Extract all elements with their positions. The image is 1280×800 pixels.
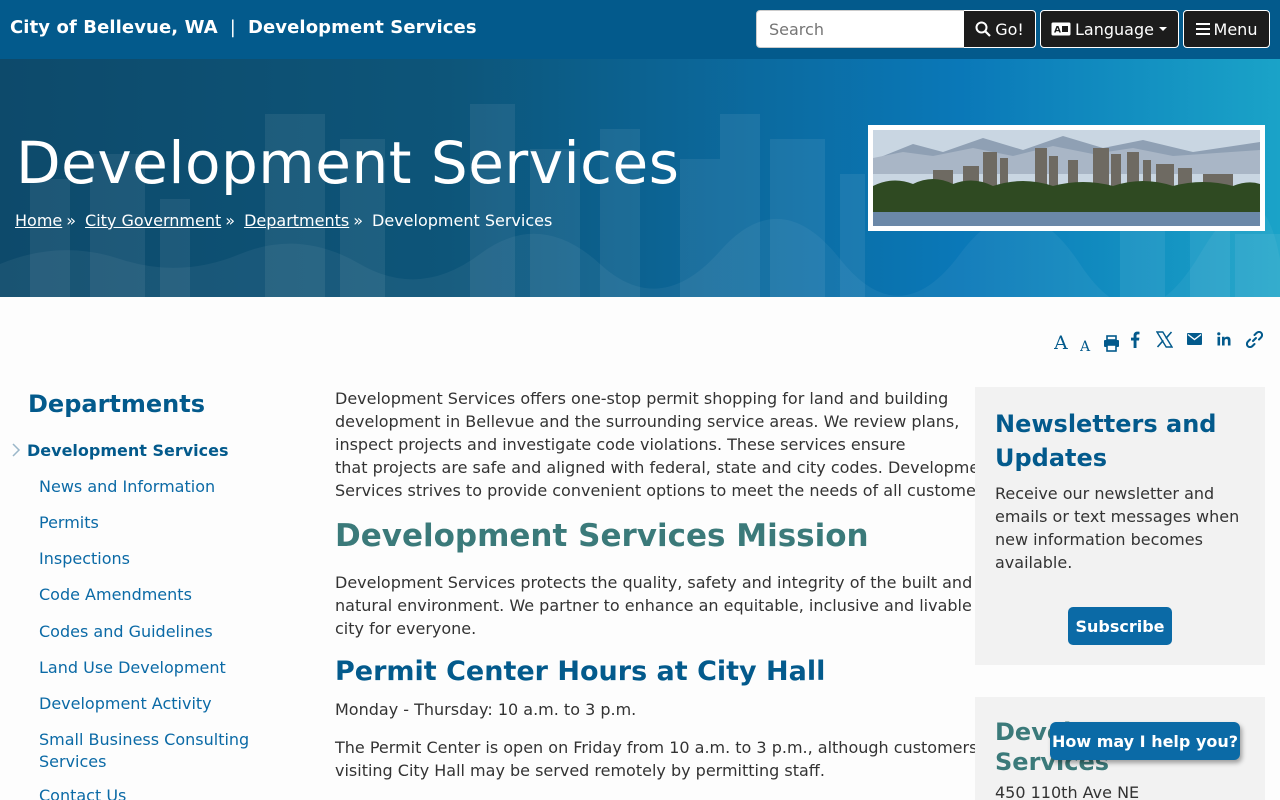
svg-text:A: A bbox=[1080, 339, 1091, 352]
increase-text-icon: A bbox=[1054, 332, 1068, 350]
newsletter-card: Newsletters and Updates Receive our news… bbox=[975, 387, 1265, 665]
intro-paragraph: Development Services offers one-stop per… bbox=[335, 387, 996, 502]
link-icon bbox=[1246, 331, 1263, 348]
sidebar-item-news[interactable]: News and Information bbox=[39, 477, 215, 496]
sidebar-item-small-business-line2[interactable]: Services bbox=[39, 752, 106, 771]
chevron-down-icon bbox=[1158, 27, 1167, 31]
intro-line: Development Services offers one-stop per… bbox=[335, 389, 949, 408]
sidebar-title: Departments bbox=[28, 390, 206, 418]
breadcrumb-home[interactable]: Home bbox=[15, 211, 62, 230]
sidebar-item-small-business[interactable]: Small Business Consulting bbox=[39, 730, 249, 749]
city-name: City of Bellevue, WA bbox=[10, 17, 218, 38]
sidebar-item-contact-us[interactable]: Contact Us bbox=[39, 786, 126, 800]
svg-text:A: A bbox=[1054, 26, 1061, 36]
search-go-button[interactable]: Go! bbox=[964, 10, 1036, 48]
breadcrumb-separator: » bbox=[353, 211, 364, 230]
menu-label: Menu bbox=[1213, 19, 1258, 39]
intro-line: that projects are safe and aligned with … bbox=[335, 458, 996, 477]
mission-line: Development Services protects the qualit… bbox=[335, 573, 973, 592]
svg-text:A: A bbox=[1054, 332, 1068, 350]
breadcrumb-separator: » bbox=[66, 211, 77, 230]
linkedin-share-button[interactable] bbox=[1217, 332, 1231, 346]
email-icon bbox=[1187, 333, 1202, 345]
chevron-right-icon bbox=[12, 443, 21, 457]
newsletter-line: emails or text messages when bbox=[995, 507, 1240, 526]
intro-line: development in Bellevue and the surround… bbox=[335, 412, 960, 431]
newsletter-line: available. bbox=[995, 553, 1073, 572]
skyline-photo-art bbox=[873, 130, 1260, 226]
sidebar-item-code-amendments[interactable]: Code Amendments bbox=[39, 585, 192, 604]
friday-line: The Permit Center is open on Friday from… bbox=[335, 738, 978, 757]
page-title: Development Services bbox=[16, 129, 680, 197]
newsletter-heading: Newsletters and Updates bbox=[995, 407, 1245, 475]
mission-heading: Development Services Mission bbox=[335, 518, 869, 554]
mission-line: natural environment. We partner to enhan… bbox=[335, 596, 972, 615]
facebook-share-button[interactable] bbox=[1130, 331, 1140, 348]
hamburger-icon bbox=[1195, 23, 1210, 35]
sidebar-item-codes-guidelines[interactable]: Codes and Guidelines bbox=[39, 622, 213, 641]
subscribe-button[interactable]: Subscribe bbox=[1068, 607, 1172, 645]
newsletter-line: Receive our newsletter and bbox=[995, 484, 1215, 503]
newsletter-heading-line: Newsletters and bbox=[995, 410, 1217, 438]
sidebar-item-development-services[interactable]: Development Services bbox=[27, 441, 229, 460]
language-button[interactable]: A Language bbox=[1040, 10, 1179, 48]
decrease-text-icon: A bbox=[1080, 339, 1091, 352]
print-button[interactable] bbox=[1103, 335, 1120, 352]
friday-line: visiting City Hall may be served remotel… bbox=[335, 761, 825, 780]
breadcrumb: Home » City Government » Departments » D… bbox=[15, 211, 552, 230]
brand-separator: | bbox=[229, 17, 236, 38]
intro-line: Services strives to provide convenient o… bbox=[335, 481, 996, 500]
sidebar-item-development-activity[interactable]: Development Activity bbox=[39, 694, 212, 713]
site-brand[interactable]: City of Bellevue, WA | Development Servi… bbox=[10, 17, 477, 38]
email-share-button[interactable] bbox=[1187, 333, 1202, 345]
breadcrumb-separator: » bbox=[225, 211, 236, 230]
mission-paragraph: Development Services protects the qualit… bbox=[335, 571, 972, 640]
newsletter-line: new information becomes bbox=[995, 530, 1203, 549]
language-icon: A bbox=[1051, 22, 1071, 36]
sidebar-item-permits[interactable]: Permits bbox=[39, 513, 99, 532]
breadcrumb-departments[interactable]: Departments bbox=[244, 211, 349, 230]
search-input[interactable] bbox=[756, 10, 966, 48]
newsletter-heading-line: Updates bbox=[995, 444, 1108, 472]
linkedin-icon bbox=[1217, 332, 1231, 346]
decrease-text-button[interactable]: A bbox=[1080, 336, 1092, 352]
weekday-hours: Monday - Thursday: 10 a.m. to 3 p.m. bbox=[335, 700, 637, 719]
x-icon bbox=[1156, 331, 1173, 348]
friday-paragraph: The Permit Center is open on Friday from… bbox=[335, 736, 977, 782]
facebook-icon bbox=[1131, 331, 1140, 348]
department-name: Development Services bbox=[247, 17, 477, 38]
intro-line: inspect projects and investigate code vi… bbox=[335, 435, 906, 454]
search-icon bbox=[975, 21, 991, 37]
go-label: Go! bbox=[995, 19, 1024, 39]
hero-banner: Development Services Home » City Governm… bbox=[0, 59, 1280, 297]
sidebar-item-inspections[interactable]: Inspections bbox=[39, 549, 130, 568]
sidebar-item-land-use[interactable]: Land Use Development bbox=[39, 658, 226, 677]
city-skyline-photo bbox=[868, 125, 1265, 231]
menu-button[interactable]: Menu bbox=[1183, 10, 1270, 48]
chat-help-button[interactable]: How may I help you? bbox=[1050, 722, 1240, 760]
print-icon bbox=[1104, 335, 1119, 352]
language-label: Language bbox=[1075, 19, 1154, 39]
copy-link-button[interactable] bbox=[1246, 331, 1263, 348]
x-share-button[interactable] bbox=[1156, 331, 1173, 348]
mission-line: city for everyone. bbox=[335, 619, 477, 638]
contact-address: 450 110th Ave NE bbox=[995, 783, 1140, 800]
breadcrumb-city-government[interactable]: City Government bbox=[85, 211, 221, 230]
breadcrumb-current: Development Services bbox=[372, 211, 553, 230]
permit-hours-heading: Permit Center Hours at City Hall bbox=[335, 656, 826, 687]
top-bar: City of Bellevue, WA | Development Servi… bbox=[0, 0, 1280, 59]
increase-text-button[interactable]: A bbox=[1054, 330, 1070, 350]
newsletter-description: Receive our newsletter and emails or tex… bbox=[995, 482, 1245, 574]
